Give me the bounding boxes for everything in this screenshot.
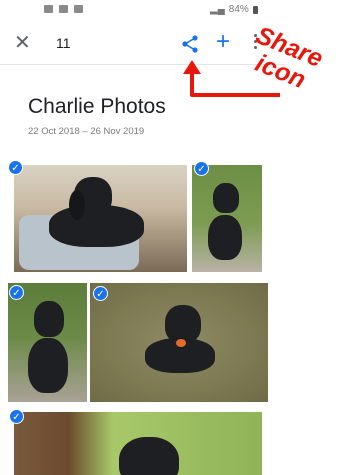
dog-head bbox=[165, 305, 201, 343]
close-icon[interactable]: ✕ bbox=[14, 32, 31, 54]
message-notification-icon bbox=[59, 5, 68, 13]
album-date-range: 22 Oct 2018 – 26 Nov 2019 bbox=[28, 126, 145, 137]
check-icon[interactable]: ✓ bbox=[8, 160, 23, 175]
ball bbox=[176, 339, 186, 347]
album-title: Charlie Photos bbox=[28, 95, 166, 118]
battery-icon bbox=[252, 5, 258, 14]
dog-ear bbox=[69, 190, 85, 220]
selected-count: 11 bbox=[56, 35, 71, 51]
alert-notification-icon bbox=[74, 5, 83, 13]
share-icon[interactable] bbox=[179, 33, 201, 55]
gallery-notification-icon bbox=[44, 5, 53, 13]
check-icon[interactable]: ✓ bbox=[9, 409, 24, 424]
status-bar: ▂▄ 84% bbox=[0, 0, 360, 22]
notification-icons bbox=[44, 5, 83, 13]
photo-tile[interactable] bbox=[192, 165, 262, 272]
photo-tile[interactable] bbox=[14, 165, 187, 272]
plus-icon[interactable]: + bbox=[216, 30, 230, 54]
check-icon[interactable]: ✓ bbox=[194, 161, 209, 176]
dog-head bbox=[119, 437, 179, 475]
dog-body bbox=[28, 338, 68, 393]
annotation-arrow bbox=[183, 60, 280, 97]
photo-tile[interactable] bbox=[90, 283, 268, 402]
photo-tile[interactable] bbox=[14, 412, 262, 475]
dog-head bbox=[34, 301, 64, 337]
photo-tile[interactable] bbox=[8, 283, 87, 402]
signal-icon: ▂▄ bbox=[210, 4, 225, 15]
dog-body bbox=[208, 215, 242, 260]
check-icon[interactable]: ✓ bbox=[93, 286, 108, 301]
check-icon[interactable]: ✓ bbox=[9, 285, 24, 300]
battery-percent: 84% bbox=[228, 4, 249, 15]
dog-head bbox=[213, 183, 239, 213]
status-right: ▂▄ 84% bbox=[210, 4, 258, 15]
